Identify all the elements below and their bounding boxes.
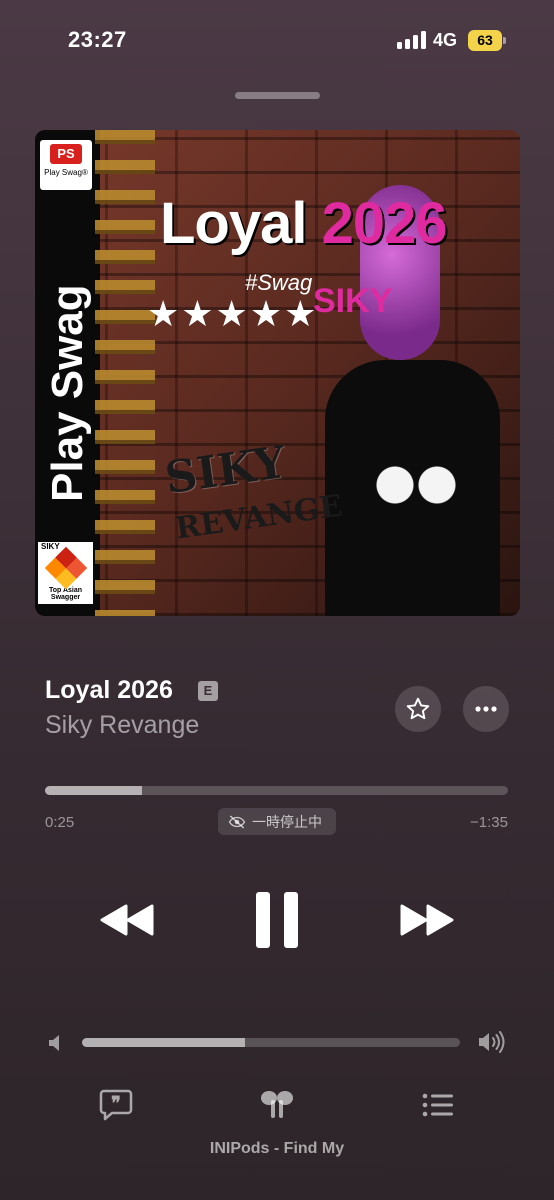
rewind-button[interactable] <box>98 900 156 940</box>
siky-logo-mark <box>44 546 87 590</box>
battery-level: 63 <box>468 30 502 51</box>
rewind-icon <box>100 904 154 936</box>
artwork-ps-logo: PS Play Swag® <box>40 140 92 190</box>
volume-high-icon <box>479 1031 505 1053</box>
pause-icon <box>256 892 298 948</box>
artwork-bullet-belt <box>95 130 155 616</box>
volume-fill <box>82 1038 245 1047</box>
output-device-label[interactable]: INIPods - Find My <box>0 1140 554 1158</box>
airpods-icon <box>261 1091 293 1118</box>
favorite-button[interactable] <box>395 686 441 732</box>
forward-button[interactable] <box>398 900 456 940</box>
ps-logo-sub: Play Swag® <box>44 168 88 177</box>
track-artist[interactable]: Siky Revange <box>45 711 199 740</box>
volume-slider[interactable] <box>82 1038 460 1047</box>
eye-slash-icon <box>228 814 246 829</box>
artwork-brand: SIKY <box>313 282 393 320</box>
playback-progress-fill <box>45 786 143 795</box>
time-elapsed: 0:25 <box>45 814 75 831</box>
more-icon <box>475 706 497 712</box>
lyrics-icon: ❞ <box>99 1089 133 1121</box>
clock: 23:27 <box>68 27 127 52</box>
track-title: Loyal 2026 <box>45 676 173 704</box>
airplay-button[interactable] <box>259 1088 295 1122</box>
playback-scrubber[interactable] <box>45 786 508 795</box>
queue-button[interactable] <box>420 1088 456 1122</box>
pause-button[interactable] <box>254 890 300 950</box>
svg-text:❞: ❞ <box>111 1093 121 1113</box>
sheet-grabber[interactable] <box>235 92 320 99</box>
paused-indicator: 一時停止中 <box>218 808 336 835</box>
queue-icon <box>422 1093 453 1117</box>
artwork-vertical-title: Play Swag <box>43 284 92 502</box>
ps-logo-mark: PS <box>50 144 82 164</box>
artwork-title-main: Loyal <box>160 191 322 256</box>
artwork-shirt-print <box>365 440 465 530</box>
explicit-badge: E <box>198 681 218 701</box>
status-bar: 23:27 4G 63 <box>0 0 554 80</box>
lyrics-button[interactable]: ❞ <box>98 1088 134 1122</box>
star-icon <box>406 697 430 720</box>
artwork-stars: ★★★★★ <box>147 293 319 334</box>
artwork-title-accent: 2026 <box>321 191 448 256</box>
network-type: 4G <box>433 30 458 50</box>
artwork-siky-logo: SIKY Top Asian Swagger <box>38 542 93 604</box>
time-remaining: −1:35 <box>470 814 508 831</box>
artwork-title: Loyal 2026 <box>160 190 448 257</box>
album-artwork: PS Play Swag® Play Swag SIKY Top Asian S… <box>35 130 520 616</box>
more-button[interactable] <box>463 686 509 732</box>
signal-icon <box>397 31 427 49</box>
forward-icon <box>400 904 454 936</box>
volume-low-icon <box>49 1035 59 1051</box>
paused-label: 一時停止中 <box>252 813 322 830</box>
battery-icon: 63 <box>468 30 506 51</box>
